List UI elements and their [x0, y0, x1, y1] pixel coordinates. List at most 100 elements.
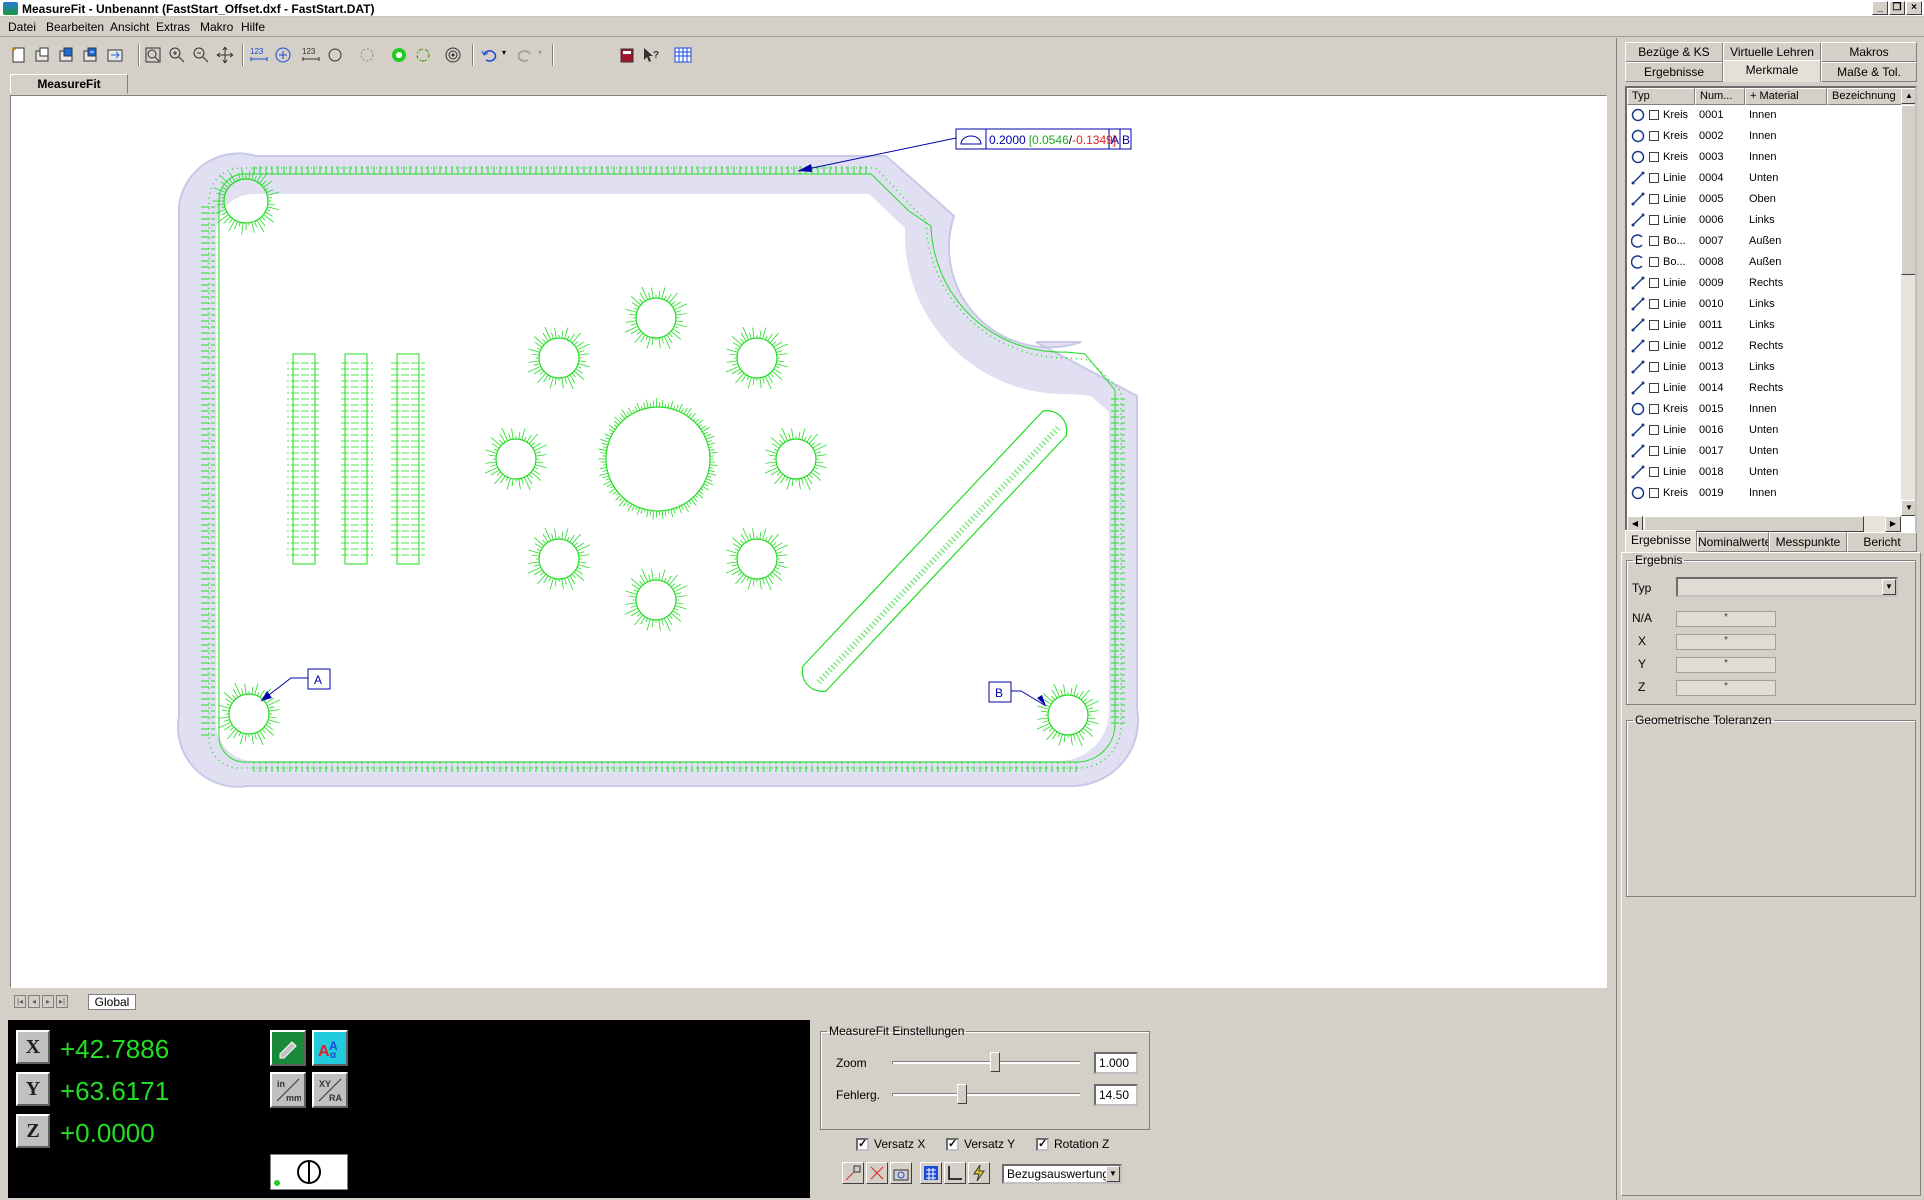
rotation-z-checkbox[interactable]: ✓: [1036, 1138, 1049, 1151]
fit-circle-icon[interactable]: [356, 44, 378, 66]
list-item[interactable]: Linie 0005 Oben: [1627, 189, 1903, 210]
row-checkbox[interactable]: [1649, 488, 1659, 498]
list-item[interactable]: Linie 0013 Links: [1627, 357, 1903, 378]
column-header-typ[interactable]: Typ: [1627, 88, 1695, 105]
row-checkbox[interactable]: [1649, 278, 1659, 288]
menu-ansicht[interactable]: Ansicht: [110, 20, 149, 34]
zoom-window-icon[interactable]: [142, 44, 164, 66]
scroll-down-button[interactable]: ▼: [1901, 500, 1915, 516]
auto-fit-button[interactable]: [968, 1162, 990, 1184]
bezug-select[interactable]: Bezugsauswertung ▼: [1002, 1164, 1122, 1184]
coordinate-mode-button[interactable]: XY RA: [312, 1072, 348, 1108]
first-sheet-button[interactable]: |◂: [14, 995, 26, 1008]
tab-nominalwerte[interactable]: Nominalwerte: [1697, 532, 1769, 552]
row-checkbox[interactable]: [1649, 257, 1659, 267]
zoom-slider-thumb[interactable]: [990, 1052, 1001, 1072]
row-checkbox[interactable]: [1649, 425, 1659, 435]
prev-sheet-button[interactable]: ◂: [28, 995, 40, 1008]
list-item[interactable]: Linie 0011 Links: [1627, 315, 1903, 336]
column-header-material[interactable]: + Material: [1745, 88, 1827, 105]
fit-execute-button[interactable]: [842, 1162, 864, 1184]
scroll-up-button[interactable]: ▲: [1901, 88, 1915, 104]
tab-messpunkte[interactable]: Messpunkte: [1769, 532, 1847, 552]
zoom-slider-track[interactable]: [892, 1061, 1080, 1064]
list-item[interactable]: Kreis 0003 Innen: [1627, 147, 1903, 168]
scroll-thumb[interactable]: [1901, 105, 1915, 275]
row-checkbox[interactable]: [1649, 215, 1659, 225]
list-item[interactable]: Linie 0014 Rechts: [1627, 378, 1903, 399]
row-checkbox[interactable]: [1649, 446, 1659, 456]
sheet-tab-global[interactable]: Global: [88, 994, 136, 1010]
linear-dimension-icon[interactable]: 123: [300, 44, 322, 66]
list-vertical-scrollbar[interactable]: ▲ ▼: [1901, 88, 1915, 516]
power-button[interactable]: [270, 1154, 348, 1190]
last-sheet-button[interactable]: ▸|: [56, 995, 68, 1008]
column-header-num[interactable]: Num...: [1695, 88, 1745, 105]
list-item[interactable]: Kreis 0002 Innen: [1627, 126, 1903, 147]
typ-select[interactable]: ▼: [1676, 577, 1898, 597]
zoom-in-icon[interactable]: [166, 44, 188, 66]
measure-fit-icon[interactable]: [388, 44, 410, 66]
part-drawing[interactable]: 0.2000 [0.0546/-0.1349] A B A B: [11, 96, 1606, 987]
export-icon[interactable]: [104, 44, 126, 66]
tab-makros[interactable]: Makros: [1821, 42, 1917, 62]
drawing-canvas[interactable]: 0.2000 [0.0546/-0.1349] A B A B: [10, 95, 1607, 988]
context-help-icon[interactable]: ?: [640, 44, 662, 66]
new-document-icon[interactable]: [8, 44, 30, 66]
column-header-bezeichnung[interactable]: Bezeichnung: [1827, 88, 1903, 105]
redo-icon[interactable]: [514, 44, 536, 66]
versatz-x-checkbox[interactable]: ✓: [856, 1138, 869, 1151]
feature-list[interactable]: Typ Num... + Material Bezeichnung Kreis 0…: [1625, 86, 1917, 534]
zoom-out-icon[interactable]: [190, 44, 212, 66]
minimize-button[interactable]: _: [1872, 1, 1888, 15]
list-item[interactable]: Linie 0010 Links: [1627, 294, 1903, 315]
zoom-value-field[interactable]: [1094, 1052, 1138, 1074]
chevron-down-icon[interactable]: ▼: [1882, 579, 1896, 595]
list-item[interactable]: Kreis 0015 Innen: [1627, 399, 1903, 420]
menu-bearbeiten[interactable]: Bearbeiten: [46, 20, 104, 34]
restore-button[interactable]: ❐: [1889, 1, 1905, 15]
list-item[interactable]: Linie 0006 Links: [1627, 210, 1903, 231]
list-item[interactable]: Linie 0012 Rechts: [1627, 336, 1903, 357]
row-checkbox[interactable]: [1649, 341, 1659, 351]
dimension-icon[interactable]: 123: [248, 44, 270, 66]
next-sheet-button[interactable]: ▸: [42, 995, 54, 1008]
menu-extras[interactable]: Extras: [156, 20, 190, 34]
tab-masse-tol[interactable]: Maße & Tol.: [1821, 62, 1917, 82]
menu-makro[interactable]: Makro: [200, 20, 233, 34]
tab-ergebnisse-top[interactable]: Ergebnisse: [1625, 62, 1723, 82]
row-checkbox[interactable]: [1649, 173, 1659, 183]
angle-tool-button[interactable]: [944, 1162, 966, 1184]
grid-view-icon[interactable]: [672, 44, 694, 66]
menu-datei[interactable]: Datei: [8, 20, 36, 34]
undo-dropdown-icon[interactable]: ▾: [502, 48, 506, 57]
list-item[interactable]: Kreis 0019 Innen: [1627, 483, 1903, 504]
row-checkbox[interactable]: [1649, 236, 1659, 246]
row-checkbox[interactable]: [1649, 110, 1659, 120]
open-data-icon[interactable]: [56, 44, 78, 66]
fit-options-button[interactable]: [890, 1162, 912, 1184]
circle-tool-icon[interactable]: [324, 44, 346, 66]
pan-icon[interactable]: [214, 44, 236, 66]
document-tab[interactable]: MeasureFit: [10, 74, 128, 94]
row-checkbox[interactable]: [1649, 467, 1659, 477]
fit-reset-button[interactable]: [866, 1162, 888, 1184]
fehlerg-value-field[interactable]: [1094, 1084, 1138, 1106]
row-checkbox[interactable]: [1649, 131, 1659, 141]
row-checkbox[interactable]: [1649, 383, 1659, 393]
fit-options-icon[interactable]: [412, 44, 434, 66]
undo-icon[interactable]: [478, 44, 500, 66]
tab-ergebnisse[interactable]: Ergebnisse: [1625, 530, 1697, 552]
close-button[interactable]: ×: [1906, 1, 1922, 15]
fehlerg-slider-thumb[interactable]: [956, 1084, 967, 1104]
list-item[interactable]: Linie 0018 Unten: [1627, 462, 1903, 483]
circle-dimension-icon[interactable]: [272, 44, 294, 66]
tab-bezuege-ks[interactable]: Bezüge & KS: [1625, 42, 1723, 62]
edit-tool-button[interactable]: [270, 1030, 306, 1066]
row-checkbox[interactable]: [1649, 404, 1659, 414]
row-checkbox[interactable]: [1649, 320, 1659, 330]
menu-hilfe[interactable]: Hilfe: [241, 20, 265, 34]
tab-merkmale[interactable]: Merkmale: [1723, 60, 1821, 82]
tab-virtuelle-lehren[interactable]: Virtuelle Lehren: [1723, 42, 1821, 62]
row-checkbox[interactable]: [1649, 194, 1659, 204]
